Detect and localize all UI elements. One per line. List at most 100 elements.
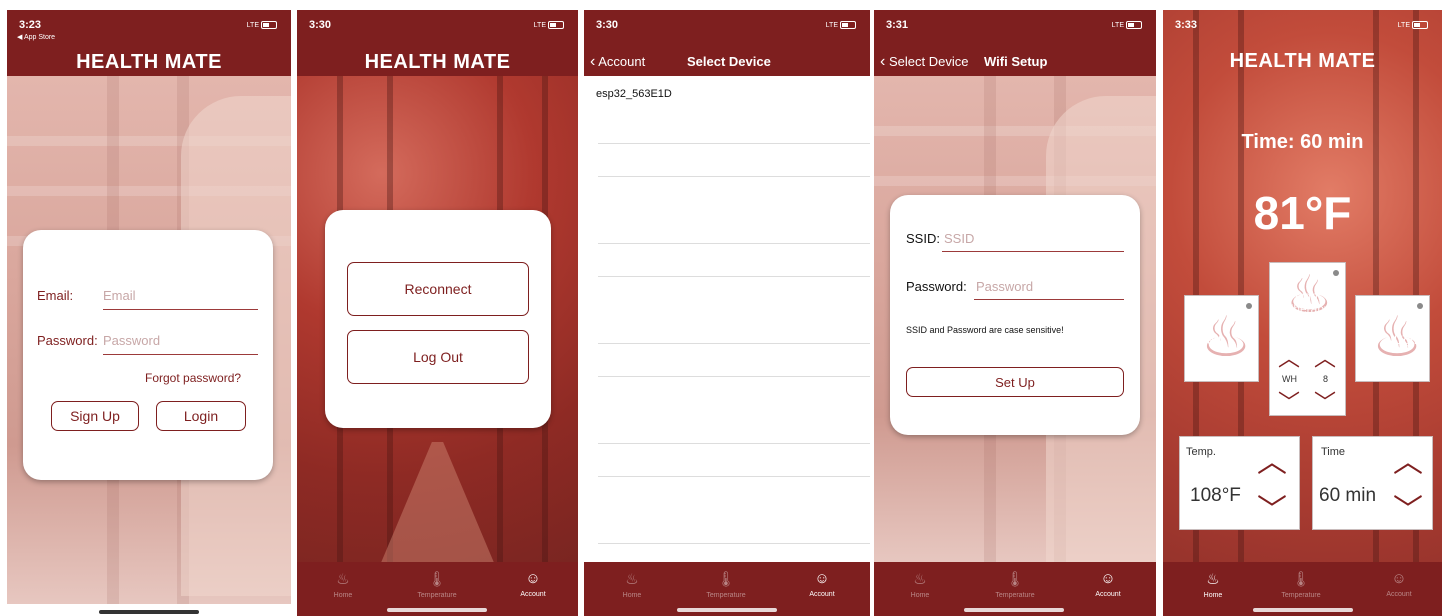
account-icon: ☺ xyxy=(525,570,541,587)
forgot-password-link[interactable]: Forgot password? xyxy=(145,371,241,385)
thermometer-icon: 🌡 xyxy=(716,571,736,588)
status-bar-content: 3:30 LTE xyxy=(297,10,578,46)
home-indicator xyxy=(99,610,199,614)
ssid-input[interactable]: SSID xyxy=(944,231,974,246)
home-indicator xyxy=(1253,608,1353,612)
temp-value: 108°F xyxy=(1190,485,1241,506)
tab-temperature[interactable]: 🌡 Temperature xyxy=(696,570,756,599)
reconnect-button[interactable]: Reconnect xyxy=(347,262,529,316)
nav-title: Select Device xyxy=(687,54,771,69)
start-status-dot xyxy=(1246,303,1252,309)
light-therapy-panel[interactable]: ♨ Light Therapy ︿ ︿ WH 8 ﹀ ﹀ xyxy=(1269,262,1346,416)
device-row[interactable]: esp32_563E1D xyxy=(596,88,672,100)
signal-indicator: LTE xyxy=(1112,21,1142,29)
battery-icon xyxy=(548,21,564,29)
login-button[interactable]: Login xyxy=(156,401,246,431)
login-screen: 3:23 ◀ App Store LTE HEALTH MATE Email: … xyxy=(7,10,291,616)
select-device-screen: 3:30 LTE ‹ Account Select Device esp32_5… xyxy=(584,10,870,616)
time-down-icon[interactable]: ﹀ xyxy=(1393,485,1423,529)
time-label: Time xyxy=(1321,446,1346,458)
level-up-icon[interactable]: ︿ xyxy=(1314,341,1336,373)
tab-account[interactable]: ☺ Account xyxy=(1369,570,1429,598)
home-indicator xyxy=(387,608,487,612)
back-button[interactable]: ‹ Select Device xyxy=(880,53,968,71)
account-icon: ☺ xyxy=(814,570,830,587)
tab-temperature[interactable]: 🌡 Temperature xyxy=(985,570,1045,599)
status-bar-content: 3:33 LTE xyxy=(1163,10,1442,46)
light-button[interactable]: ♨ Light xyxy=(1355,295,1430,382)
wh-label: WH xyxy=(1282,374,1297,384)
temp-up-icon[interactable]: ︿ xyxy=(1257,437,1287,481)
light-label: Light xyxy=(1394,333,1421,347)
back-button[interactable]: ‹ Account xyxy=(590,53,645,71)
start-button[interactable]: ♨ Start xyxy=(1184,295,1259,382)
temperature-readout: 81°F xyxy=(1253,187,1352,239)
account-menu-card: Reconnect Log Out xyxy=(325,210,551,428)
chevron-left-icon: ‹ xyxy=(590,53,596,70)
status-time: 3:23 xyxy=(19,19,42,31)
password-input[interactable]: Password xyxy=(103,333,160,348)
status-time: 3:30 xyxy=(596,19,619,31)
tab-home[interactable]: ♨ Home xyxy=(1183,570,1243,599)
time-control: Time 60 min ︿ ﹀ xyxy=(1312,436,1433,530)
start-label: Start xyxy=(1196,333,1222,347)
wh-up-icon[interactable]: ︿ xyxy=(1278,341,1300,373)
flame-icon: ♨ xyxy=(913,571,927,588)
temp-down-icon[interactable]: ﹀ xyxy=(1257,485,1287,529)
level-down-icon[interactable]: ﹀ xyxy=(1314,385,1336,417)
set-up-button[interactable]: Set Up xyxy=(906,367,1124,397)
password-underline xyxy=(974,299,1124,300)
status-time: 3:31 xyxy=(886,19,909,31)
signal-indicator: LTE xyxy=(826,21,856,29)
tab-temperature[interactable]: 🌡 Temperature xyxy=(407,570,467,599)
wifi-setup-screen: 3:31 LTE ‹ Select Device Wifi Setup SSID… xyxy=(874,10,1156,616)
tab-temperature[interactable]: 🌡 Temperature xyxy=(1271,570,1331,599)
back-to-app-store[interactable]: ◀ App Store xyxy=(17,33,55,41)
email-underline xyxy=(103,309,258,310)
brand-title: HEALTH MATE xyxy=(1229,50,1376,72)
flame-icon: ♨ xyxy=(625,571,639,588)
password-label: Password: xyxy=(906,279,967,294)
sign-up-button[interactable]: Sign Up xyxy=(51,401,139,431)
wh-down-icon[interactable]: ﹀ xyxy=(1278,385,1300,417)
email-input[interactable]: Email xyxy=(103,288,136,303)
password-input[interactable]: Password xyxy=(976,279,1033,294)
home-indicator xyxy=(964,608,1064,612)
account-icon: ☺ xyxy=(1391,570,1407,587)
chevron-left-icon: ‹ xyxy=(880,53,886,70)
temp-label: Temp. xyxy=(1186,446,1216,458)
level-value: 8 xyxy=(1323,374,1329,384)
account-menu-screen: 3:30 LTE HEALTH MATE Reconnect Log Out ♨… xyxy=(297,10,578,616)
signal-indicator: LTE xyxy=(534,21,564,29)
tab-account[interactable]: ☺ Account xyxy=(1078,570,1138,598)
wifi-setup-card: SSID: SSID Password: Password SSID and P… xyxy=(890,195,1140,435)
battery-icon xyxy=(840,21,856,29)
case-sensitive-note: SSID and Password are case sensitive! xyxy=(906,325,1064,335)
log-out-button[interactable]: Log Out xyxy=(347,330,529,384)
time-up-icon[interactable]: ︿ xyxy=(1393,437,1423,481)
tab-home[interactable]: ♨ Home xyxy=(313,570,373,599)
flame-icon: ♨ xyxy=(1206,571,1220,588)
tab-home[interactable]: ♨ Home xyxy=(890,570,950,599)
thermometer-icon: 🌡 xyxy=(1291,571,1311,588)
status-time: 3:33 xyxy=(1175,19,1198,31)
password-label: Password: xyxy=(37,333,98,348)
status-bar-content: 3:30 LTE xyxy=(584,10,870,46)
home-control-screen: 3:33 LTE HEALTH MATE Time: 60 min 81°F ♨… xyxy=(1163,10,1442,616)
home-indicator xyxy=(677,608,777,612)
light-status-dot xyxy=(1417,303,1423,309)
time-value: 60 min xyxy=(1319,485,1377,506)
status-bar-content: 3:23 ◀ App Store LTE xyxy=(7,10,291,46)
password-underline xyxy=(103,354,258,355)
tab-account[interactable]: ☺ Account xyxy=(503,570,563,598)
tab-account[interactable]: ☺ Account xyxy=(792,570,852,598)
account-icon: ☺ xyxy=(1100,570,1116,587)
tab-home[interactable]: ♨ Home xyxy=(602,570,662,599)
login-card: Email: Email Password: Password Forgot p… xyxy=(23,230,273,480)
ssid-label: SSID: xyxy=(906,231,940,246)
battery-icon xyxy=(1126,21,1142,29)
time-readout: Time: 60 min xyxy=(1241,131,1364,153)
email-label: Email: xyxy=(37,288,74,303)
nav-title: Wifi Setup xyxy=(984,54,1048,69)
thermometer-icon: 🌡 xyxy=(1005,571,1025,588)
